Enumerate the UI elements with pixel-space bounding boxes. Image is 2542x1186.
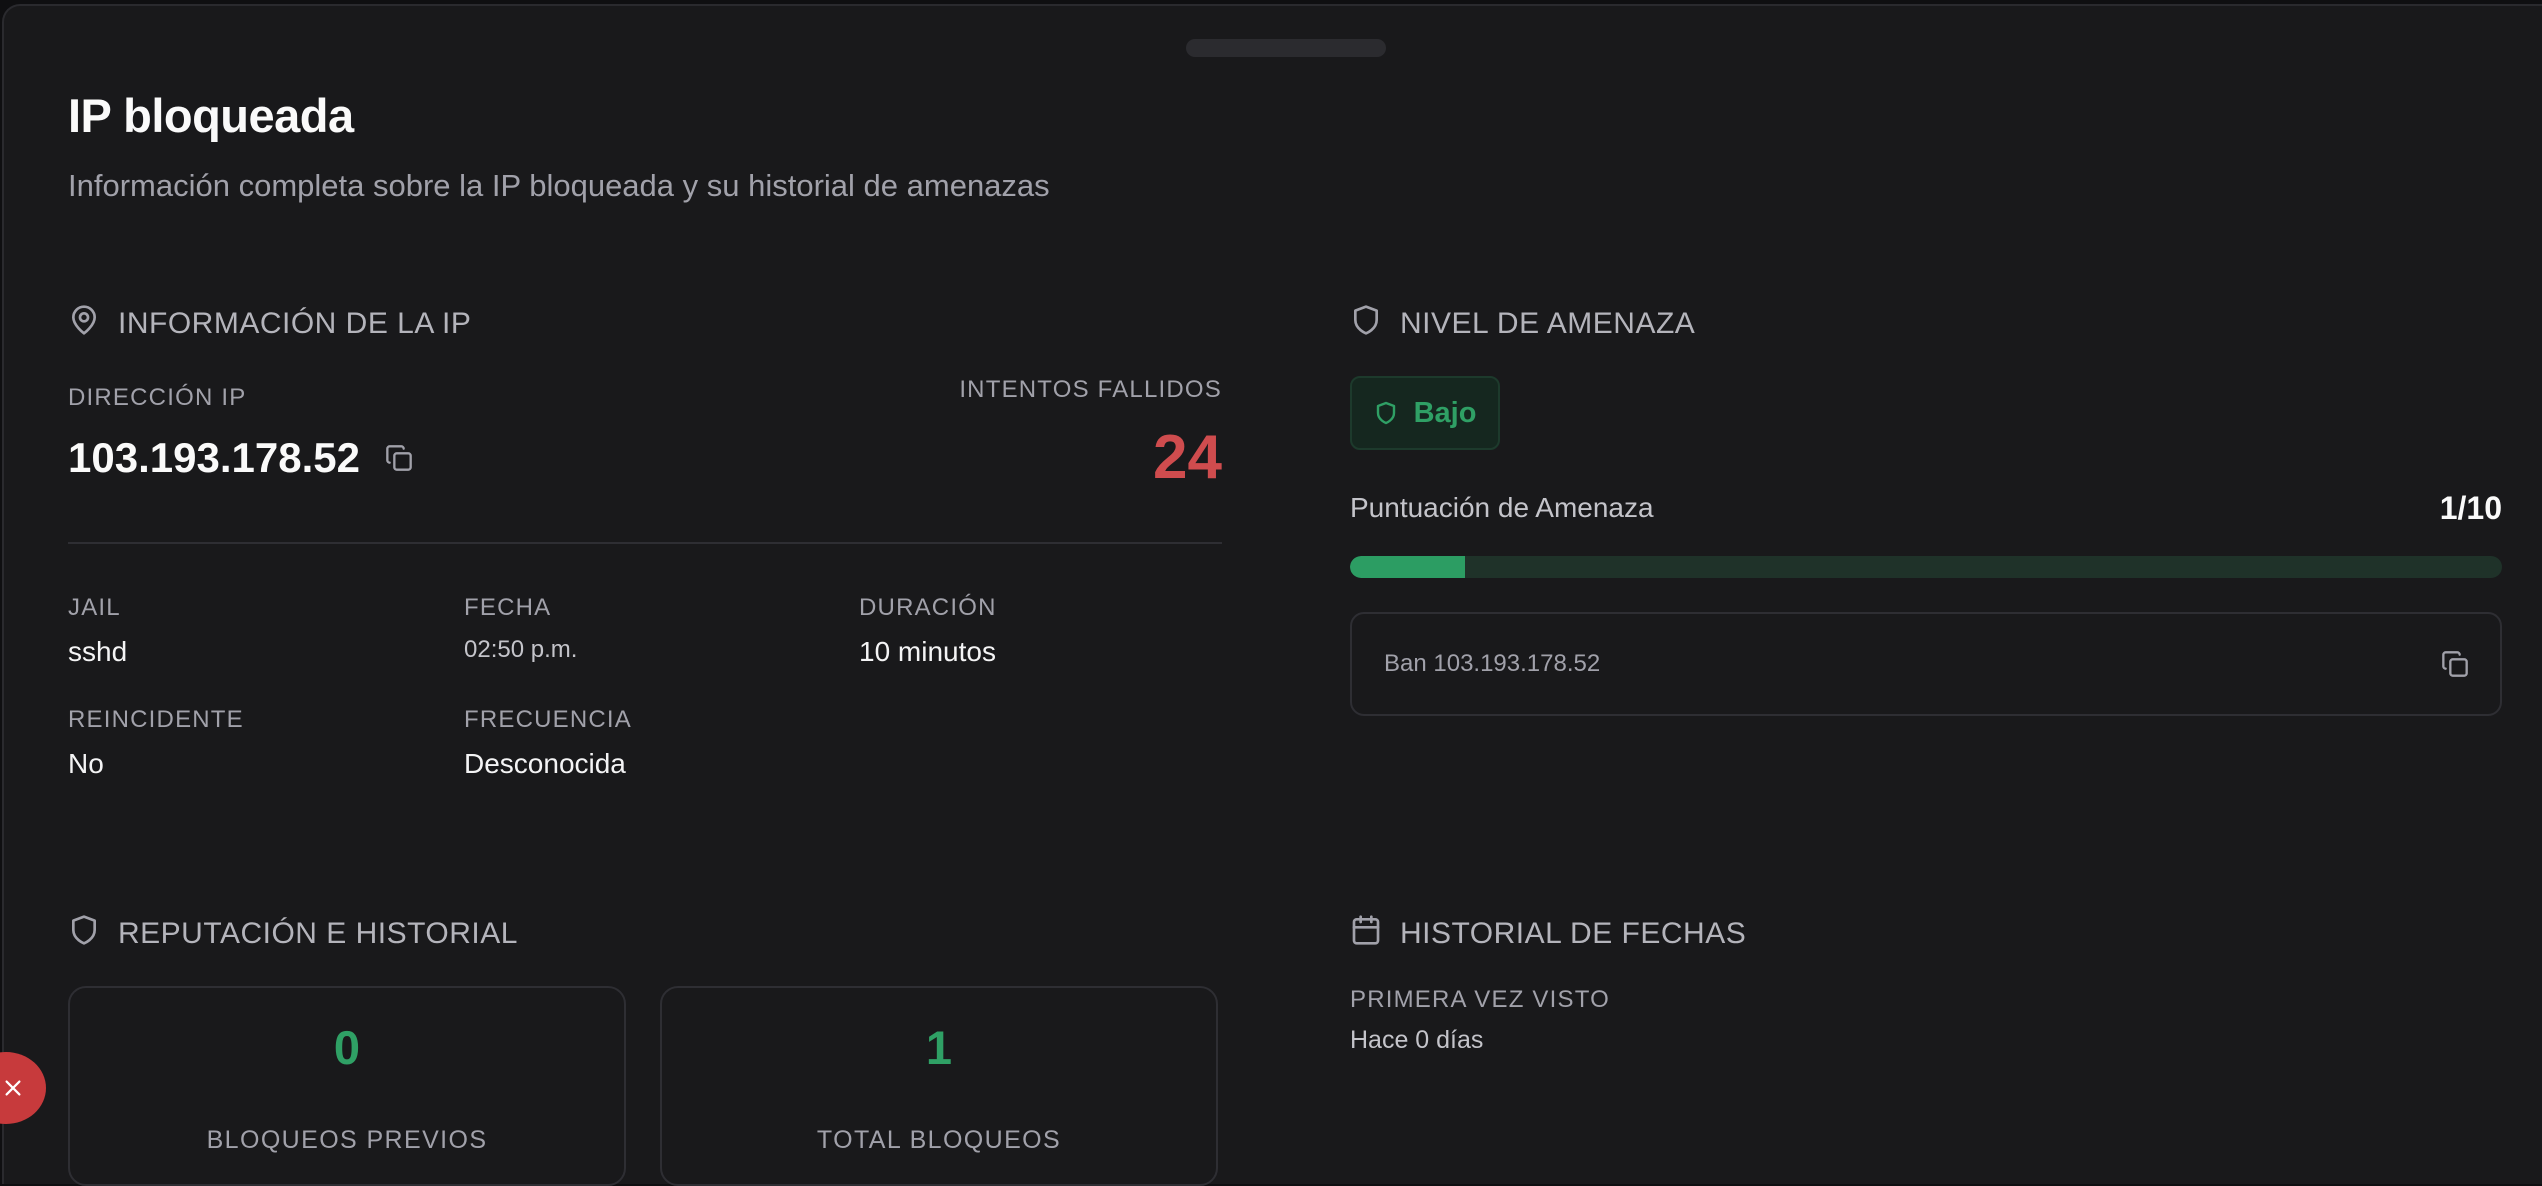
first-seen-label: PRIMERA VEZ VISTO [1350,986,1611,1013]
page-title: IP bloqueada [68,89,354,142]
date-history-title: HISTORIAL DE FECHAS [1400,917,1747,950]
date-history-header: HISTORIAL DE FECHAS [1350,914,1746,954]
threat-level-header: NIVEL DE AMENAZA [1350,304,1695,344]
copy-command-button[interactable] [2438,647,2472,681]
threat-level-title: NIVEL DE AMENAZA [1400,307,1696,340]
threat-score-fill [1350,556,1466,578]
previous-bans-card: 0 BLOQUEOS PREVIOS [68,986,626,1186]
shield-icon [1350,304,1382,344]
ip-address-row: 103.193.178.52 [68,434,416,482]
ip-detail-sheet: IP bloqueada Información completa sobre … [2,4,2542,1186]
repeat-offender-label: REINCIDENTE [68,706,244,733]
threat-level-badge: Bajo [1350,376,1500,450]
total-bans-card: 1 TOTAL BLOQUEOS [660,986,1218,1186]
copy-icon [2442,651,2468,677]
jail-label: JAIL [68,594,121,621]
map-pin-icon [68,304,100,344]
calendar-icon [1350,914,1382,954]
threat-score-bar [1350,556,2502,578]
frequency-value: Desconocida [464,748,626,779]
divider [68,542,1222,544]
ip-info-title: INFORMACIÓN DE LA IP [118,307,472,340]
date-value: 02:50 p.m. [464,636,578,663]
repeat-offender-value: No [68,748,104,779]
total-bans-label: TOTAL BLOQUEOS [816,1126,1062,1154]
duration-label: DURACIÓN [859,594,997,621]
shield-icon [1376,401,1395,425]
shield-icon [68,914,100,954]
copy-icon [386,445,412,471]
frequency-label: FRECUENCIA [464,706,633,733]
reputation-header: REPUTACIÓN E HISTORIAL [68,914,518,954]
total-bans-value: 1 [925,1021,953,1074]
date-label: FECHA [464,594,552,621]
ip-info-header: INFORMACIÓN DE LA IP [68,304,471,344]
drag-handle[interactable] [1186,39,1386,57]
failed-attempts-value: 24 [1153,423,1222,492]
ip-address-value: 103.193.178.52 [68,434,360,481]
threat-score-label: Puntuación de Amenaza [1350,492,1654,523]
first-seen-value: Hace 0 días [1350,1026,1484,1054]
threat-score-value: 1/10 [2439,490,2502,526]
copy-ip-button[interactable] [382,441,416,475]
ban-command-box: Ban 103.193.178.52 [1350,612,2502,716]
previous-bans-label: BLOQUEOS PREVIOS [206,1126,488,1154]
page-subtitle: Información completa sobre la IP bloquea… [68,168,1050,203]
close-icon [5,1080,21,1096]
duration-value: 10 minutos [859,636,996,667]
ip-address-label: DIRECCIÓN IP [68,384,247,411]
ban-command-text: Ban 103.193.178.52 [1384,650,1601,677]
threat-level-badge-label: Bajo [1413,396,1477,429]
jail-value: sshd [68,636,128,667]
previous-bans-value: 0 [333,1021,361,1074]
reputation-title: REPUTACIÓN E HISTORIAL [118,917,518,950]
failed-attempts-label: INTENTOS FALLIDOS [959,376,1222,403]
